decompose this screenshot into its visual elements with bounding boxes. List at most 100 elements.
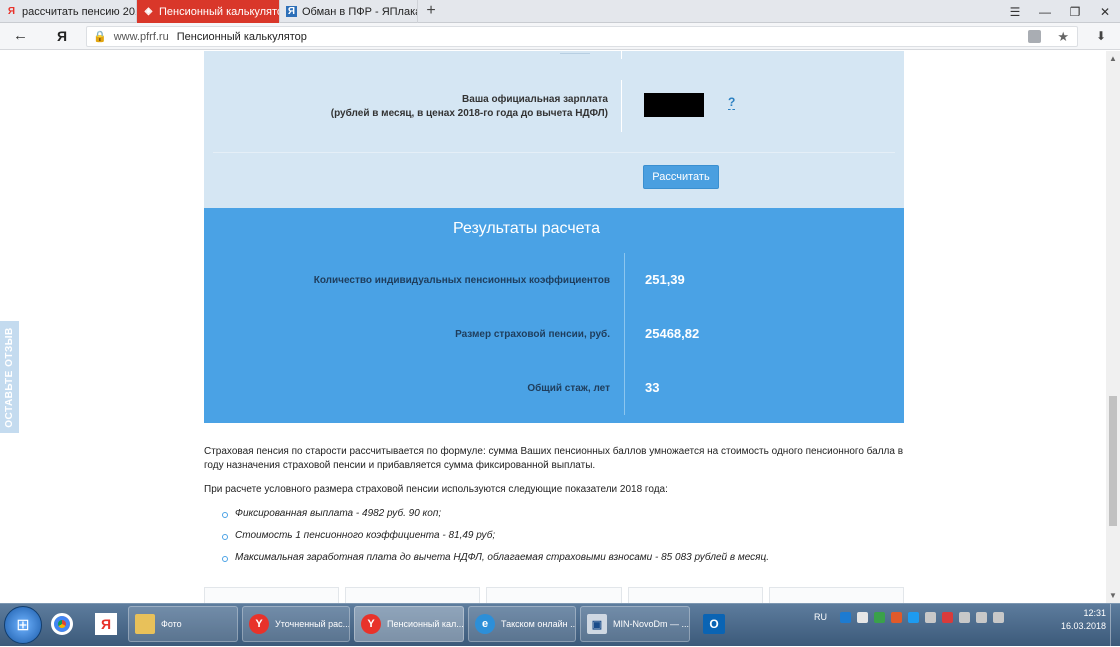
card[interactable] <box>768 587 905 603</box>
yandex-browser-icon: Y <box>249 614 269 634</box>
tab-search[interactable]: Я рассчитать пенсию 2018 — <box>0 0 137 23</box>
yandex-browser-icon[interactable]: Я <box>90 609 122 639</box>
salary-input[interactable] <box>644 93 704 117</box>
outlook-icon[interactable]: O <box>698 609 730 639</box>
scroll-up-icon[interactable]: ▲ <box>1109 54 1117 63</box>
result-value-experience: 33 <box>645 380 660 395</box>
page-scrollbar[interactable]: ▲ ▼ <box>1106 51 1120 603</box>
scroll-down-icon[interactable]: ▼ <box>1109 591 1117 600</box>
feedback-tab[interactable]: ОСТАВЬТЕ ОТЗЫВ <box>0 321 19 433</box>
address-bar: ← Я 🔒 www.pfrf.ru Пенсионный калькулятор… <box>0 23 1120 50</box>
flag-icon[interactable] <box>993 612 1004 623</box>
minimize-icon[interactable]: — <box>1030 0 1060 23</box>
start-button[interactable]: ⊞ <box>4 606 42 644</box>
yaplakal-icon: Я <box>286 6 297 17</box>
divider <box>621 51 622 59</box>
salary-label: Ваша официальная зарплата (рублей в меся… <box>330 94 608 119</box>
url-page-title: Пенсионный калькулятор <box>176 30 307 43</box>
yandex-home-button[interactable]: Я <box>57 28 67 44</box>
separator <box>213 152 895 153</box>
divider <box>624 253 625 415</box>
volume-icon[interactable] <box>976 612 987 623</box>
scrollbar-thumb[interactable] <box>1109 396 1117 526</box>
sync-icon[interactable] <box>959 612 970 623</box>
card[interactable] <box>204 587 340 603</box>
close-window-icon[interactable]: ✕ <box>1090 0 1120 23</box>
clock-time: 12:31 <box>1083 608 1106 618</box>
results-title: Результаты расчета <box>453 220 601 237</box>
taskbar-item-ie[interactable]: e Такском онлайн ... <box>468 606 576 642</box>
back-arrow-icon[interactable]: ← <box>13 27 28 44</box>
menu-icon[interactable]: ☰ <box>1000 0 1030 23</box>
ie-icon: e <box>475 614 495 634</box>
remote-desktop-icon: ▣ <box>587 614 607 634</box>
result-label-pension: Размер страховой пенсии, руб. <box>455 329 610 340</box>
taskbar-item-photos[interactable]: Фото <box>128 606 238 642</box>
tab-label: Обман в ПФР - ЯПлакаль <box>302 5 417 18</box>
restore-icon[interactable]: ❐ <box>1060 0 1090 23</box>
taskbar-item-label: Уточненный рас... <box>275 619 350 629</box>
card[interactable] <box>486 587 622 603</box>
chat-icon[interactable] <box>857 612 868 623</box>
bookmark-star-icon[interactable]: ★ <box>1057 29 1069 45</box>
result-label-coefficients: Количество индивидуальных пенсионных коэ… <box>313 275 610 286</box>
pension-info-text: Страховая пенсия по старости рассчитывае… <box>204 445 904 573</box>
card[interactable] <box>627 587 763 603</box>
antivirus-icon[interactable] <box>942 612 953 623</box>
info-paragraph: Страховая пенсия по старости рассчитывае… <box>204 446 904 471</box>
card-row <box>204 587 905 603</box>
tab-pension-calculator[interactable]: ◈ Пенсионный калькулято ✕ <box>137 0 280 23</box>
indicators-list: Фиксированная выплата - 4982 руб. 90 коп… <box>204 507 904 565</box>
download-icon[interactable]: ⬇ <box>1096 29 1106 43</box>
calculate-button[interactable]: Рассчитать <box>643 165 719 189</box>
skype-icon[interactable] <box>908 612 919 623</box>
app-icon[interactable] <box>891 612 902 623</box>
taskbar-item-label: Фото <box>161 619 182 629</box>
list-item: Фиксированная выплата - 4982 руб. 90 коп… <box>222 507 904 521</box>
settings-icon[interactable] <box>925 612 936 623</box>
clock-date: 16.03.2018 <box>1060 621 1106 631</box>
page-content: ОСТАВЬТЕ ОТЗЫВ Ваша официальная зарплата… <box>0 51 1120 603</box>
url-field[interactable]: 🔒 www.pfrf.ru Пенсионный калькулятор ★ <box>86 26 1078 47</box>
taskbar-item-remote-desktop[interactable]: ▣ MIN-NovoDm — ... <box>580 606 690 642</box>
window-controls: ☰ — ❐ ✕ <box>1000 0 1120 23</box>
chrome-icon[interactable] <box>46 609 78 639</box>
list-item: Стоимость 1 пенсионного коэффициента - 8… <box>222 529 904 543</box>
tab-label: Пенсионный калькулято <box>159 5 280 18</box>
info-paragraph: При расчете условного размера страховой … <box>204 484 668 495</box>
tab-yaplakal[interactable]: Я Обман в ПФР - ЯПлакаль <box>280 0 418 23</box>
language-indicator[interactable]: RU <box>814 612 827 622</box>
feedback-label: ОСТАВЬТЕ ОТЗЫВ <box>4 326 16 428</box>
result-value-pension: 25468,82 <box>645 326 700 341</box>
browser-tab-bar: Я рассчитать пенсию 2018 — ◈ Пенсионный … <box>0 0 1120 23</box>
result-label-experience: Общий стаж, лет <box>527 383 610 394</box>
clock[interactable]: 12:31 16.03.2018 <box>1061 607 1106 633</box>
calculator-form: Ваша официальная зарплата (рублей в меся… <box>204 51 904 208</box>
yandex-browser-icon: Y <box>361 614 381 634</box>
update-icon[interactable] <box>874 612 885 623</box>
card[interactable] <box>345 587 481 603</box>
taskbar-item-browser-1[interactable]: Y Уточненный рас... <box>242 606 350 642</box>
help-link[interactable]: ? <box>728 95 736 110</box>
taskbar-item-label: Пенсионный кал... <box>387 619 464 629</box>
new-tab-button[interactable]: + <box>422 2 440 20</box>
previous-field-edge <box>560 51 590 54</box>
folder-icon <box>135 614 155 634</box>
result-value-coefficients: 251,39 <box>645 272 685 287</box>
windows-taskbar: ⊞ Я Фото Y Уточненный рас... Y Пенсионны… <box>0 603 1120 647</box>
taskbar-item-label: MIN-NovoDm — ... <box>613 619 690 629</box>
show-desktop-button[interactable] <box>1110 604 1120 647</box>
system-tray: RU 12:31 16.03.2018 <box>810 604 1120 647</box>
network-icon[interactable] <box>840 612 851 623</box>
tray-icons <box>840 612 1004 623</box>
taskbar-item-label: Такском онлайн ... <box>501 619 576 629</box>
url-host: www.pfrf.ru <box>113 30 169 43</box>
pfr-icon: ◈ <box>144 6 153 17</box>
list-item: Максимальная заработная плата до вычета … <box>222 551 904 565</box>
taskbar-item-browser-2[interactable]: Y Пенсионный кал... <box>354 606 464 642</box>
yandex-icon: Я <box>7 6 16 17</box>
tab-label: рассчитать пенсию 2018 — <box>22 5 136 18</box>
extension-icon[interactable] <box>1028 30 1041 43</box>
lock-icon: 🔒 <box>93 31 107 43</box>
results-panel: Результаты расчета Количество индивидуал… <box>204 208 904 423</box>
